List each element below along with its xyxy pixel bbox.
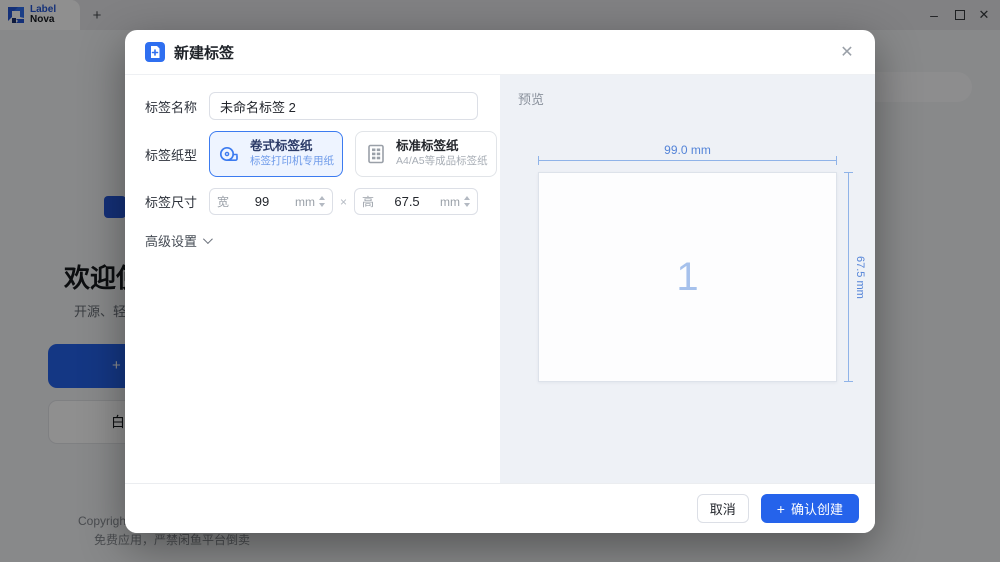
confirm-create-button[interactable]: + 确认创建 [761, 494, 859, 523]
width-prefix: 宽 [217, 193, 229, 210]
plus-icon: + [777, 501, 785, 517]
height-dimension: 67.5 mm [848, 172, 866, 382]
name-label: 标签名称 [145, 97, 209, 116]
paper-type-roll-card[interactable]: 卷式标签纸 标签打印机专用纸 [209, 131, 343, 177]
new-label-dialog: 新建标签 ✕ 标签名称 标签纸型 [125, 30, 875, 533]
label-page-number: 1 [676, 255, 698, 300]
height-prefix: 高 [362, 193, 374, 210]
preview-panel: 预览 99.0 mm 1 67.5 mm [500, 75, 875, 483]
new-document-icon [145, 42, 165, 62]
width-stepper-arrows[interactable] [319, 196, 325, 207]
dialog-title: 新建标签 [174, 42, 234, 63]
paper-type-row: 标签纸型 卷式标签纸 标签打印机专用纸 [145, 131, 478, 177]
height-value[interactable]: 67.5 [374, 194, 440, 209]
width-value[interactable]: 99 [229, 194, 295, 209]
size-separator: × [340, 195, 347, 209]
advanced-settings-toggle[interactable]: 高级设置 [145, 231, 478, 250]
width-dimension-line [538, 160, 837, 161]
width-unit: mm [295, 195, 315, 209]
label-form: 标签名称 标签纸型 [125, 75, 500, 483]
confirm-create-label: 确认创建 [791, 499, 843, 518]
height-stepper-arrows[interactable] [464, 196, 470, 207]
advanced-settings-label: 高级设置 [145, 231, 197, 250]
sheet-card-title: 标准标签纸 [396, 139, 488, 154]
height-dimension-value: 67.5 mm [854, 256, 866, 299]
roll-card-title: 卷式标签纸 [250, 139, 334, 154]
label-preview-canvas: 1 [538, 172, 837, 382]
dialog-header: 新建标签 ✕ [125, 30, 875, 75]
preview-title: 预览 [518, 89, 544, 108]
height-unit: mm [440, 195, 460, 209]
roll-card-subtitle: 标签打印机专用纸 [250, 154, 334, 169]
stepper-down-icon[interactable] [464, 203, 470, 207]
height-stepper[interactable]: 高 67.5 mm [354, 188, 478, 215]
height-dimension-line [848, 172, 849, 382]
app-window: Label Nova + – ✕ 欢迎使 开源、轻量、 + 白 Copyrigh… [0, 0, 1000, 562]
sheet-grid-icon [364, 142, 388, 166]
cancel-button[interactable]: 取消 [697, 494, 749, 523]
width-dimension-value: 99.0 mm [538, 143, 837, 157]
size-row: 标签尺寸 宽 99 mm × 高 67.5 mm [145, 188, 478, 215]
chevron-down-icon [203, 234, 213, 244]
label-name-input[interactable] [209, 92, 478, 120]
paper-type-sheet-card[interactable]: 标准标签纸 A4/A5等成品标签纸 [355, 131, 497, 177]
sheet-card-subtitle: A4/A5等成品标签纸 [396, 154, 488, 169]
stepper-up-icon[interactable] [464, 196, 470, 200]
name-row: 标签名称 [145, 92, 478, 120]
dialog-close-icon[interactable]: ✕ [835, 40, 859, 64]
width-stepper[interactable]: 宽 99 mm [209, 188, 333, 215]
width-dimension: 99.0 mm [538, 143, 837, 161]
size-label: 标签尺寸 [145, 192, 209, 211]
dialog-footer: 取消 + 确认创建 [125, 483, 875, 533]
stepper-up-icon[interactable] [319, 196, 325, 200]
roll-paper-icon [218, 142, 242, 166]
stepper-down-icon[interactable] [319, 203, 325, 207]
paper-type-label: 标签纸型 [145, 145, 209, 164]
dialog-body: 标签名称 标签纸型 [125, 75, 875, 483]
